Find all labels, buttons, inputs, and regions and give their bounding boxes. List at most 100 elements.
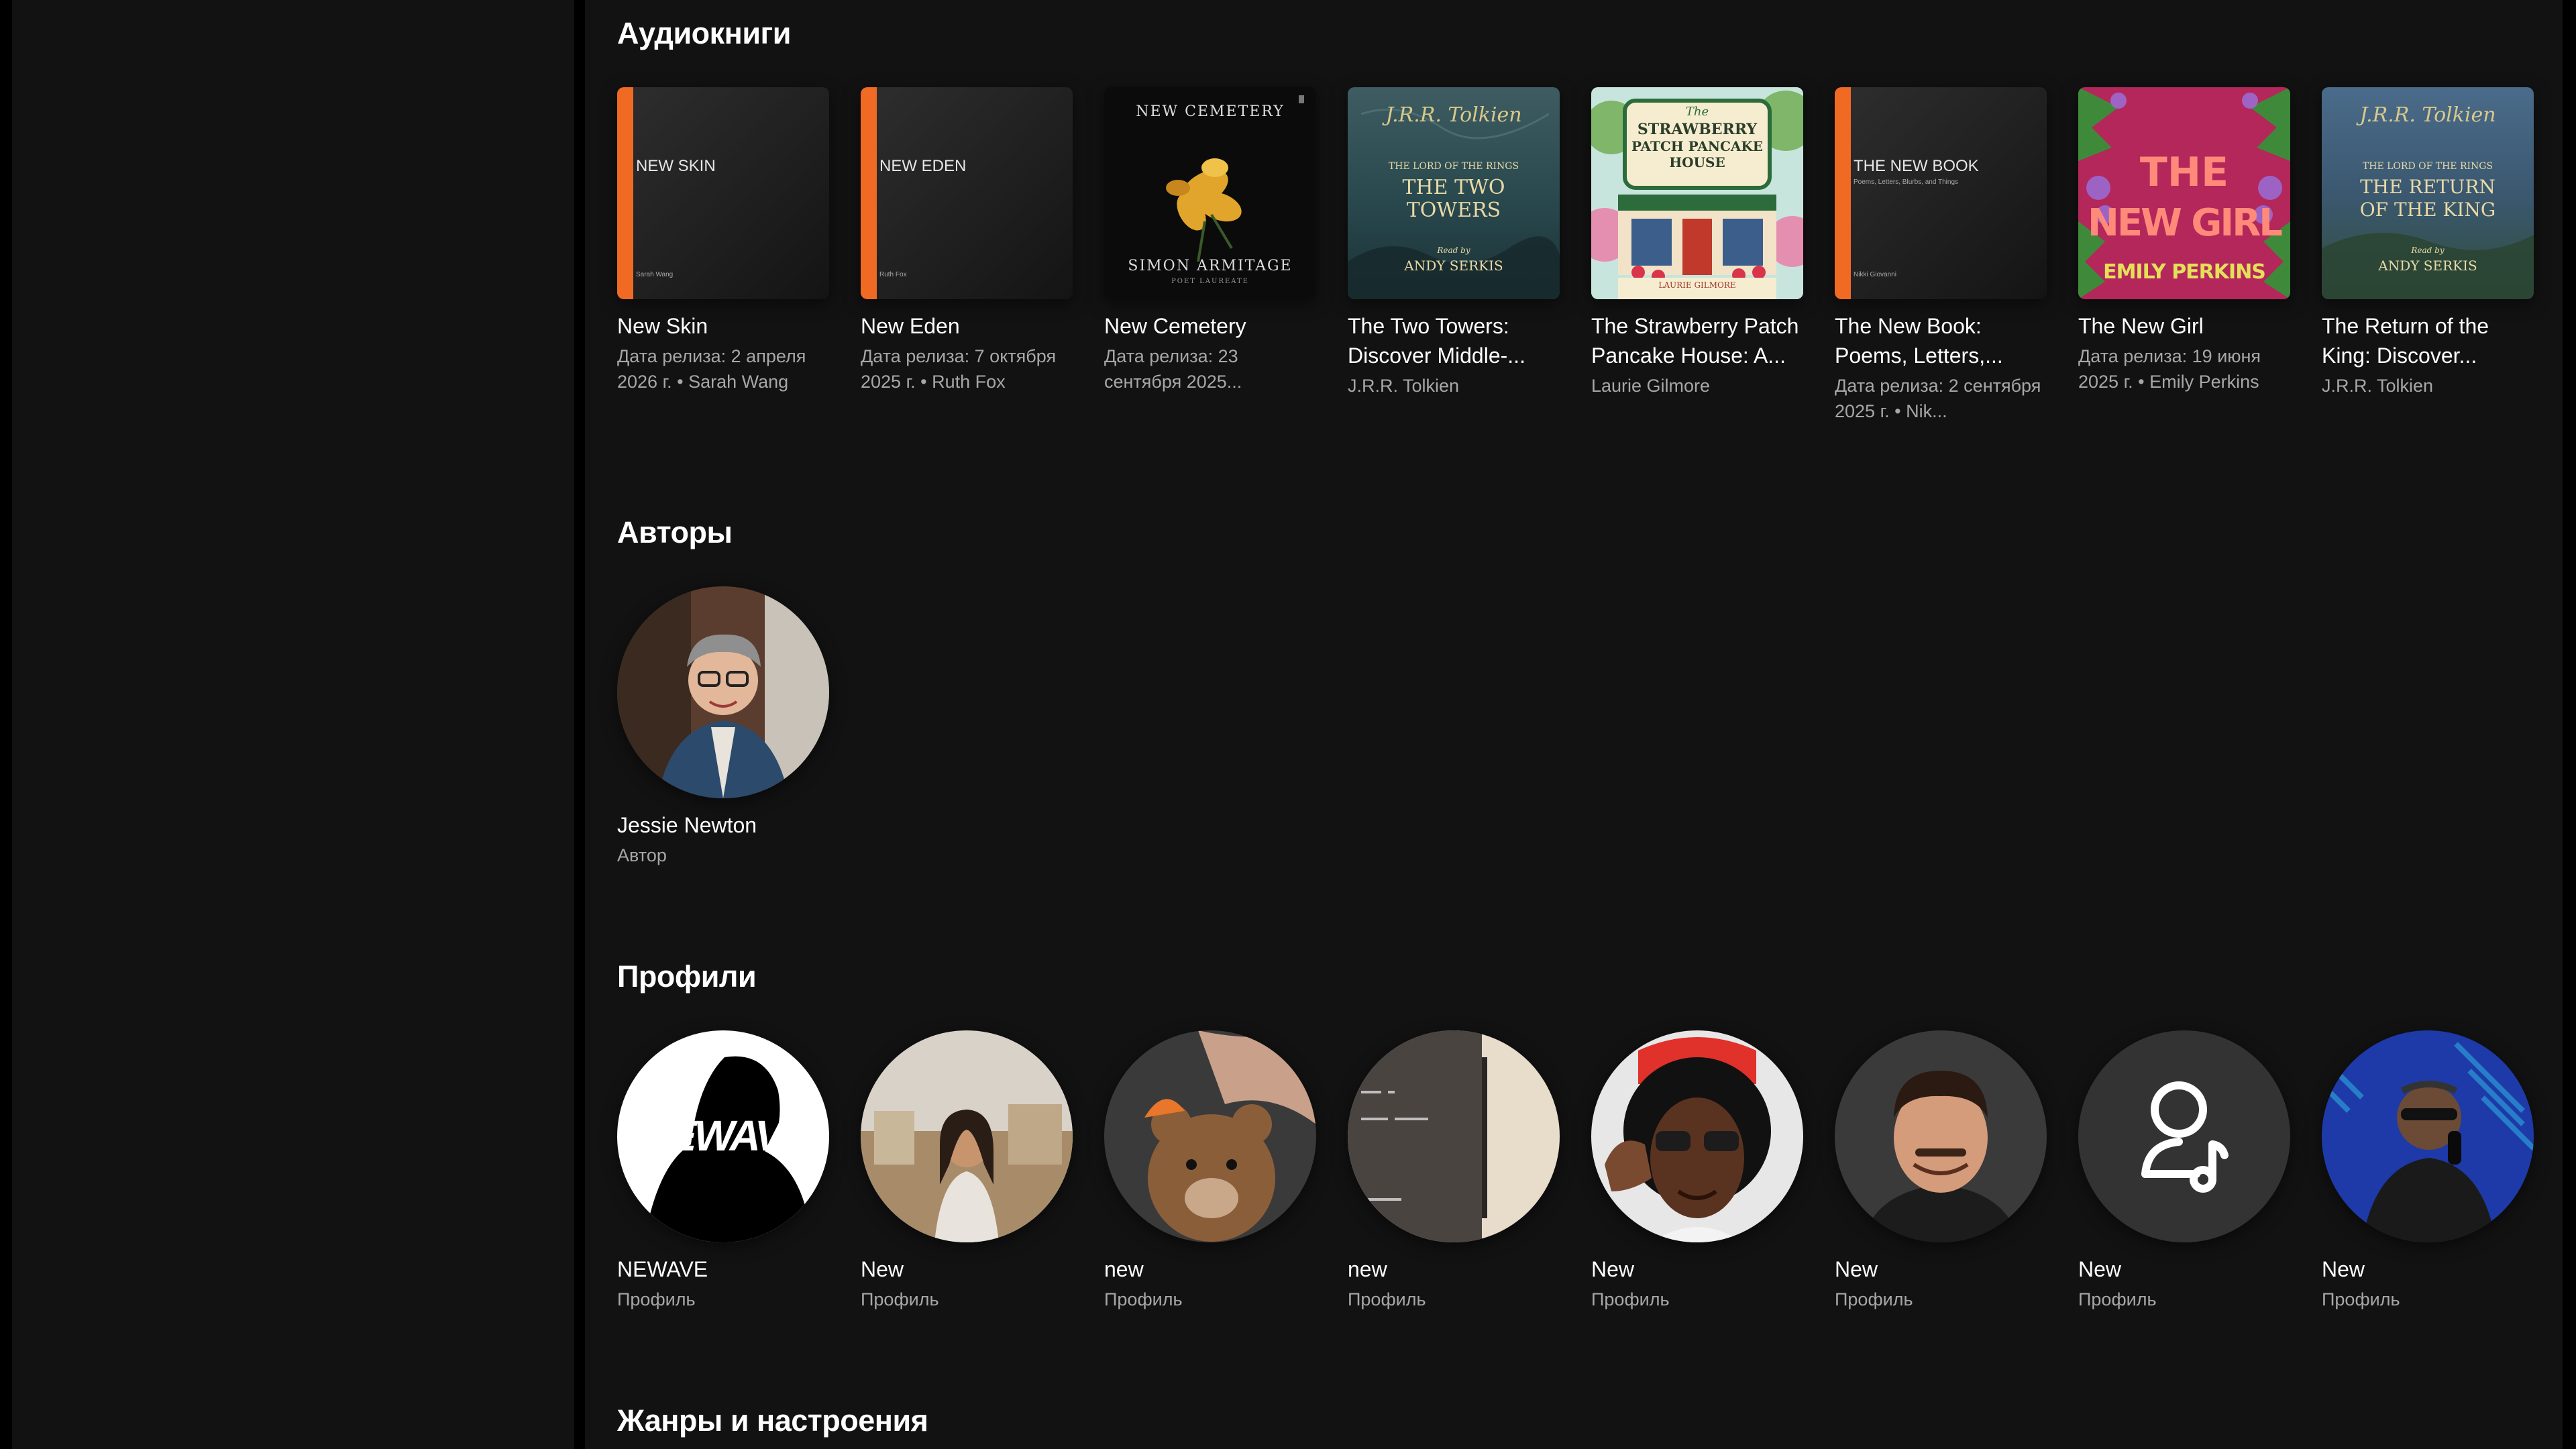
audiobook-cover: J.R.R. Tolkien THE LORD OF THE RINGS THE…: [1348, 87, 1560, 299]
card-title[interactable]: New Skin: [617, 311, 829, 341]
audiobook-card-two-towers[interactable]: J.R.R. Tolkien THE LORD OF THE RINGS THE…: [1348, 87, 1560, 398]
card-title[interactable]: New: [2322, 1254, 2534, 1284]
cover-series-text: THE LORD OF THE RINGS: [2362, 161, 2493, 172]
card-title[interactable]: New: [1591, 1254, 1803, 1284]
cover-title-line-1: THE TWO: [1402, 176, 1505, 199]
cover-title-text: NEW SKIN: [636, 157, 716, 175]
profile-avatar: NEWAVE: [617, 1030, 829, 1242]
card-title[interactable]: The Strawberry Patch Pancake House: A...: [1591, 311, 1803, 370]
card-title[interactable]: new: [1348, 1254, 1560, 1284]
cover-title-text: NEW CEMETERY: [1136, 103, 1285, 120]
audiobooks-row: NEW SKIN Sarah Wang New Skin Дата релиза…: [617, 87, 2549, 421]
card-subtitle: Дата релиза: 7 октября 2025 г. • Ruth Fo…: [861, 346, 1057, 392]
audiobook-card-new-cemetery[interactable]: NEW CEMETERY SIMON ARMITAGE POET LAUREAT…: [1104, 87, 1316, 394]
cover-author-text: Nikki Giovanni: [1854, 271, 1896, 278]
audiobook-card-new-eden[interactable]: NEW EDEN Ruth Fox New Eden Дата релиза: …: [861, 87, 1073, 394]
card-title[interactable]: new: [1104, 1254, 1316, 1284]
card-title[interactable]: New: [1835, 1254, 2047, 1284]
cover-the-text: The: [1685, 105, 1709, 119]
cover-title-line-1: THE: [2139, 149, 2229, 196]
profile-avatar: [2078, 1030, 2290, 1242]
cover-reader-text: ANDY SERKIS: [2378, 258, 2477, 274]
card-title[interactable]: NEWAVE: [617, 1254, 829, 1284]
profile-card[interactable]: New Профиль: [2322, 1030, 2534, 1312]
card-title[interactable]: The Return of the King: Discover...: [2322, 311, 2534, 370]
card-title[interactable]: The Two Towers: Discover Middle-...: [1348, 311, 1560, 370]
card-subtitle: Профиль: [1591, 1289, 1670, 1309]
audiobook-card-strawberry-patch[interactable]: The STRAWBERRY PATCH PANCAKE HOUSE LAURI…: [1591, 87, 1803, 398]
card-title[interactable]: New Cemetery: [1104, 311, 1316, 341]
card-title[interactable]: New: [2078, 1254, 2290, 1284]
profile-avatar: [1348, 1030, 1560, 1242]
cover-author-text: SIMON ARMITAGE: [1128, 258, 1293, 274]
cover-title-line-2: TOWERS: [1406, 199, 1501, 222]
cover-author-text: LAURIE GILMORE: [1658, 280, 1736, 290]
cover-title-text: NEW EDEN: [879, 157, 967, 175]
card-title[interactable]: New Eden: [861, 311, 1073, 341]
author-card-jessie-newton[interactable]: Jessie Newton Автор: [617, 586, 829, 868]
cover-title-line-2: PATCH PANCAKE: [1631, 138, 1764, 154]
profile-avatar: [861, 1030, 1073, 1242]
card-title[interactable]: New: [861, 1254, 1073, 1284]
card-subtitle: Профиль: [861, 1289, 939, 1309]
profile-card[interactable]: NEWAVE NEWAVE Профиль: [617, 1030, 829, 1312]
cover-author-text: Ruth Fox: [879, 271, 907, 278]
profile-card[interactable]: New Профиль: [1591, 1030, 1803, 1312]
audiobook-cover: J.R.R. Tolkien THE LORD OF THE RINGS THE…: [2322, 87, 2534, 299]
cover-author-text: EMILY PERKINS: [2103, 260, 2266, 284]
profile-card[interactable]: New Профиль: [861, 1030, 1073, 1312]
profile-card[interactable]: new Профиль: [1104, 1030, 1316, 1312]
card-subtitle: Профиль: [1104, 1289, 1183, 1309]
audiobook-cover: THE NEW BOOK Poems, Letters, Blurbs, and…: [1835, 87, 2047, 299]
section-title-authors[interactable]: Авторы: [617, 515, 733, 550]
cover-readby-text: Read by: [1437, 246, 1470, 255]
cover-signature: J.R.R. Tolkien: [2359, 103, 2496, 127]
profile-avatar: [1835, 1030, 2047, 1242]
card-subtitle: Автор: [617, 845, 667, 865]
cover-title-line-3: HOUSE: [1669, 154, 1725, 170]
profile-avatar: [1104, 1030, 1316, 1242]
section-title-audiobooks[interactable]: Аудиокниги: [617, 16, 791, 51]
card-subtitle: Профиль: [2078, 1289, 2157, 1309]
cover-title-line-1: THE RETURN: [2360, 176, 2496, 198]
audiobook-cover: The STRAWBERRY PATCH PANCAKE HOUSE LAURI…: [1591, 87, 1803, 299]
audiobook-cover: NEW SKIN Sarah Wang: [617, 87, 829, 299]
cover-title-line-2: NEW GIRL: [2088, 201, 2283, 245]
card-title[interactable]: Jessie Newton: [617, 810, 829, 840]
card-subtitle: Профиль: [1348, 1289, 1426, 1309]
card-subtitle: Профиль: [617, 1289, 696, 1309]
cover-reader-text: ANDY SERKIS: [1404, 258, 1503, 274]
audiobook-card-return-of-the-king[interactable]: J.R.R. Tolkien THE LORD OF THE RINGS THE…: [2322, 87, 2534, 398]
profile-card[interactable]: New Профиль: [1835, 1030, 2047, 1312]
cover-note-text: POET LAUREATE: [1171, 278, 1249, 285]
cover-title-line-2: OF THE KING: [2359, 199, 2496, 221]
card-title[interactable]: The New Book: Poems, Letters,...: [1835, 311, 2047, 370]
cover-author-text: Sarah Wang: [636, 271, 674, 278]
profile-avatar: [1591, 1030, 1803, 1242]
audiobook-card-new-skin[interactable]: NEW SKIN Sarah Wang New Skin Дата релиза…: [617, 87, 829, 394]
section-title-profiles[interactable]: Профили: [617, 959, 757, 994]
avatar-logo-text: NEWAVE: [639, 1112, 810, 1160]
card-title[interactable]: The New Girl: [2078, 311, 2290, 341]
card-subtitle: J.R.R. Tolkien: [1348, 376, 1460, 396]
profiles-row: NEWAVE NEWAVE Профиль New Профиль new Пр…: [617, 1030, 2549, 1309]
search-results-main: Аудиокниги NEW SKIN Sarah Wang New Skin …: [585, 0, 2563, 1449]
cover-series-text: THE LORD OF THE RINGS: [1388, 161, 1519, 172]
audiobook-card-new-girl[interactable]: THE NEW GIRL EMILY PERKINS The New Girl …: [2078, 87, 2290, 394]
left-sidebar-panel: [12, 0, 574, 1449]
profile-card[interactable]: new Профиль: [1348, 1030, 1560, 1312]
audiobook-cover: NEW CEMETERY SIMON ARMITAGE POET LAUREAT…: [1104, 87, 1316, 299]
cover-title-line-1: STRAWBERRY: [1637, 121, 1758, 138]
cover-signature: J.R.R. Tolkien: [1385, 103, 1522, 127]
section-title-genres[interactable]: Жанры и настроения: [617, 1403, 928, 1438]
audiobook-card-new-book[interactable]: THE NEW BOOK Poems, Letters, Blurbs, and…: [1835, 87, 2047, 424]
profile-card[interactable]: New Профиль: [2078, 1030, 2290, 1312]
card-subtitle: Дата релиза: 23 сентября 2025...: [1104, 346, 1242, 392]
cover-title-text: THE NEW BOOK: [1854, 157, 1979, 175]
author-avatar: [617, 586, 829, 798]
card-subtitle: Профиль: [1835, 1289, 1913, 1309]
card-subtitle: Дата релиза: 2 сентября 2025 г. • Nik...: [1835, 376, 2041, 421]
cover-readby-text: Read by: [2411, 246, 2445, 255]
card-subtitle: Профиль: [2322, 1289, 2400, 1309]
audiobook-cover: NEW EDEN Ruth Fox: [861, 87, 1073, 299]
